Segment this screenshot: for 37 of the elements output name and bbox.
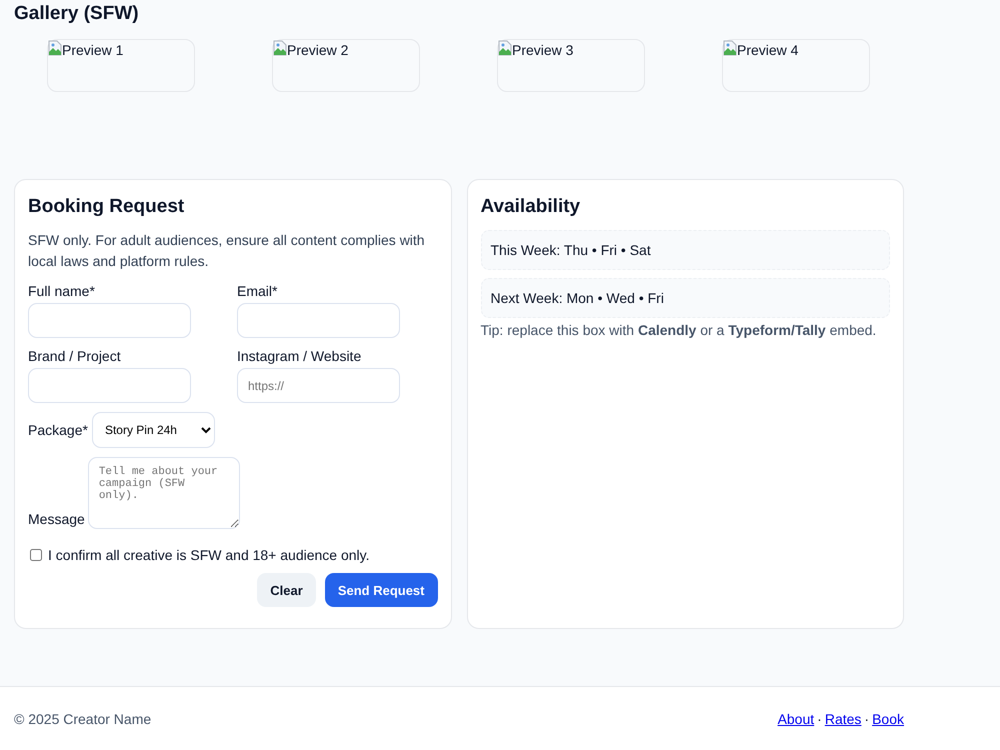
checkbox-label: I confirm all creative is SFW and 18+ audience only. — [48, 547, 370, 563]
input-field[interactable]: https:// — [237, 368, 400, 403]
footer-link[interactable]: About — [778, 711, 814, 727]
field-label: Message — [28, 510, 85, 529]
card-title: Availability — [480, 195, 582, 219]
section-title: Gallery (SFW) — [14, 2, 140, 25]
image-alt-text: Preview 1 — [62, 41, 124, 59]
message-field[interactable]: Tell me about your campaign (SFW only). — [88, 457, 240, 529]
field-label: Brand / Project — [28, 347, 122, 366]
confirm-checkbox[interactable] — [30, 549, 42, 561]
send-button[interactable]: Send Request — [324, 573, 438, 607]
field-label: Package* — [28, 420, 88, 440]
input-field[interactable] — [28, 303, 191, 338]
footer-link[interactable]: Rates — [824, 711, 862, 727]
card-description: SFW only. For adult audiences, ensure all content complies with local laws and platform rules. — [28, 231, 426, 271]
input-field[interactable] — [28, 368, 191, 403]
image-alt-text: Preview 3 — [512, 41, 574, 59]
broken-image-icon — [273, 40, 287, 56]
broken-image-icon — [48, 40, 62, 56]
package-select[interactable]: Story Pin 24h — [92, 412, 215, 448]
image-alt-text: Preview 4 — [737, 41, 798, 59]
link-separator: · — [864, 711, 870, 727]
broken-image-icon — [498, 40, 512, 56]
clear-button[interactable]: Clear — [257, 573, 316, 607]
tip-text: Tip: replace this box with Calendly or a Typeform/Tally embed. — [480, 321, 878, 340]
card-title: Booking Request — [28, 195, 186, 219]
availability-slot: This Week: Thu • Fri • Sat — [480, 230, 890, 270]
field-label: Instagram / Website — [237, 347, 362, 366]
input-field[interactable] — [237, 303, 400, 338]
broken-image-icon — [723, 40, 737, 56]
link-separator: · — [817, 711, 822, 727]
copyright-text: © 2025 Creator Name — [14, 711, 152, 727]
field-label: Full name* — [28, 282, 96, 301]
field-label: Email* — [237, 282, 278, 301]
availability-slot: Next Week: Mon • Wed • Fri — [480, 278, 890, 318]
footer-link[interactable]: Book — [872, 711, 904, 727]
image-alt-text: Preview 2 — [287, 41, 348, 59]
